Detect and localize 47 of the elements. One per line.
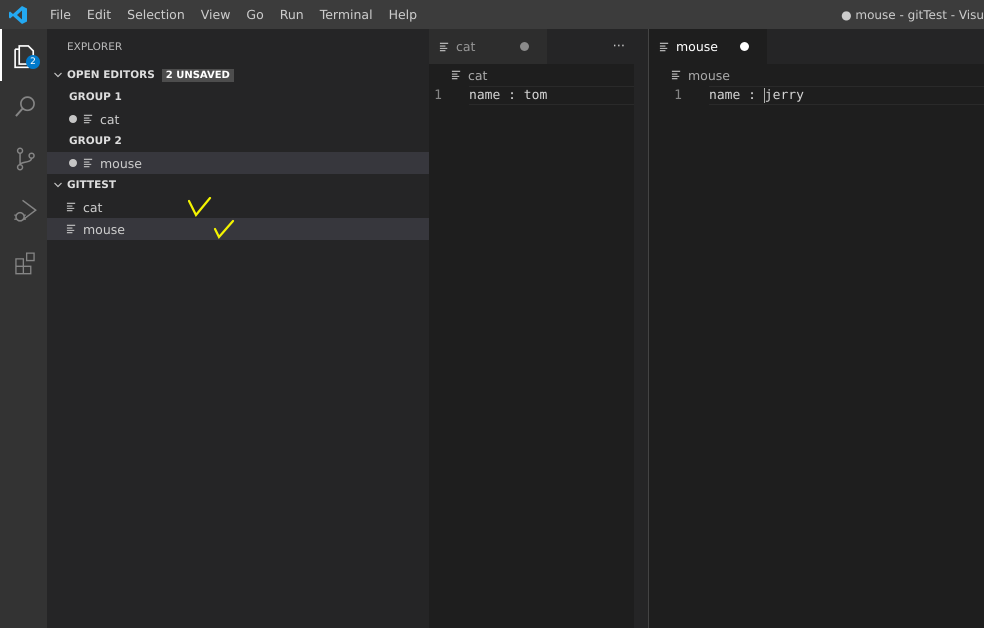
file-name: mouse bbox=[83, 222, 125, 236]
section-title[interactable]: OPEN EDITORS bbox=[67, 69, 155, 81]
unsaved-badge: 2 UNSAVED bbox=[162, 68, 234, 82]
file-lines-icon bbox=[66, 224, 77, 234]
menu-item[interactable]: File bbox=[42, 4, 79, 25]
menu-item[interactable]: View bbox=[192, 4, 238, 25]
menu-item[interactable]: Edit bbox=[78, 4, 120, 25]
menu-item[interactable]: Run bbox=[272, 4, 312, 25]
open-editor-item[interactable]: mouse bbox=[47, 152, 429, 174]
more-actions-button[interactable]: ··· bbox=[608, 39, 629, 54]
menu-item[interactable]: Go bbox=[238, 4, 272, 25]
breadcrumb[interactable]: mouse bbox=[688, 68, 730, 82]
window-title: ● mouse - gitTest - Visu bbox=[841, 8, 984, 22]
sidebar-title: EXPLORER bbox=[67, 40, 122, 52]
file-lines-icon bbox=[66, 202, 77, 212]
menu-item[interactable]: Selection bbox=[119, 4, 193, 25]
unsaved-dot[interactable] bbox=[740, 42, 749, 51]
file-lines-icon bbox=[451, 70, 462, 80]
file-lines-icon bbox=[83, 158, 94, 168]
chevron-icon[interactable] bbox=[53, 180, 63, 190]
section-title[interactable]: GITTEST bbox=[67, 179, 116, 191]
breadcrumb[interactable]: cat bbox=[468, 68, 488, 82]
file-lines-icon bbox=[83, 114, 94, 124]
file-name: cat bbox=[83, 200, 102, 214]
code-line: name : jerry bbox=[709, 86, 984, 105]
text-cursor bbox=[764, 88, 765, 103]
file-name: cat bbox=[100, 112, 120, 126]
file-lines-icon bbox=[659, 42, 670, 52]
menu-item[interactable]: Help bbox=[380, 4, 426, 25]
tree-item[interactable]: cat bbox=[47, 196, 429, 218]
app-logo bbox=[8, 4, 28, 24]
count-badge: 2 bbox=[26, 55, 40, 69]
open-editor-item[interactable]: cat bbox=[47, 108, 429, 130]
editor-tab[interactable]: mouse bbox=[649, 29, 767, 64]
line-number: 1 bbox=[673, 88, 683, 103]
chevron-icon[interactable] bbox=[53, 70, 63, 80]
file-lines-icon bbox=[439, 42, 450, 52]
editor-tab[interactable]: cat bbox=[429, 29, 547, 64]
file-name: mouse bbox=[100, 156, 142, 170]
unsaved-dot[interactable] bbox=[520, 42, 529, 51]
code-line: name : tom bbox=[469, 86, 634, 105]
line-number: 1 bbox=[433, 88, 443, 103]
menu-item[interactable]: Terminal bbox=[312, 4, 381, 25]
tree-item[interactable]: mouse bbox=[47, 218, 429, 240]
file-lines-icon bbox=[671, 70, 682, 80]
group-title: GROUP 1 bbox=[69, 91, 122, 103]
group-title: GROUP 2 bbox=[69, 135, 122, 147]
